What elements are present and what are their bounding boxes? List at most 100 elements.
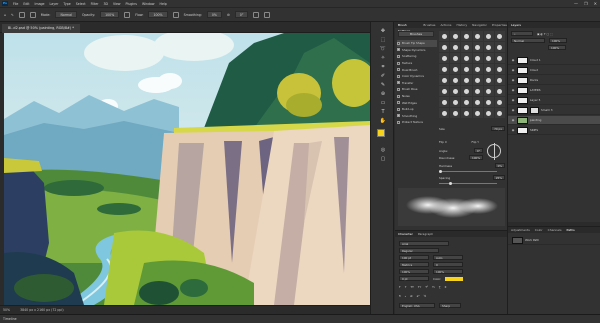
pressure-size-icon[interactable]	[253, 11, 260, 18]
option-protect-texture[interactable]: Protect Texture	[397, 119, 437, 126]
brush-tip[interactable]	[450, 53, 461, 63]
brush-tip[interactable]	[439, 53, 450, 63]
size-field[interactable]: 70 px	[491, 126, 505, 131]
minimize-button[interactable]: —	[574, 1, 578, 6]
option-transfer[interactable]: Transfer	[397, 80, 437, 87]
home-icon[interactable]: ⌂	[4, 13, 6, 17]
superscript-button[interactable]: T¹	[425, 285, 428, 289]
brush-tip[interactable]	[450, 97, 461, 107]
menu-filter[interactable]: Filter	[91, 2, 99, 6]
leading-field[interactable]: Auto	[433, 255, 463, 260]
option-dual-brush[interactable]: Dual Brush	[397, 66, 437, 73]
horizontal-scale-field[interactable]: 100%	[433, 269, 463, 274]
flip-y-checkbox[interactable]: Flip Y	[471, 140, 479, 144]
brush-tip[interactable]	[483, 86, 494, 96]
brush-tip[interactable]	[439, 97, 450, 107]
brush-tip[interactable]	[439, 42, 450, 52]
brush-tip[interactable]	[483, 108, 494, 118]
symmetry-icon[interactable]	[264, 11, 271, 18]
path-row[interactable]: Work Path	[508, 236, 600, 245]
ordinal-button[interactable]: aᵃ	[417, 294, 420, 298]
anti-alias-dropdown[interactable]: Sharp	[439, 303, 461, 308]
hand-tool-icon[interactable]: ✋	[378, 118, 388, 125]
pressure-opacity-icon[interactable]	[124, 11, 131, 18]
brush-tip[interactable]	[450, 108, 461, 118]
option-checkbox[interactable]	[397, 48, 400, 52]
menu-select[interactable]: Select	[76, 2, 86, 6]
brush-tip[interactable]	[450, 64, 461, 74]
crop-tool-icon[interactable]: ⌗	[378, 64, 388, 71]
brush-tip[interactable]	[439, 108, 450, 118]
brush-preset-picker[interactable]	[18, 11, 25, 18]
tab-navigator[interactable]: Navigator	[472, 22, 487, 28]
menu-plugins[interactable]: Plugins	[126, 2, 137, 6]
brush-tip[interactable]	[439, 86, 450, 96]
menu-image[interactable]: Image	[35, 2, 45, 6]
close-button[interactable]: ✕	[594, 1, 597, 6]
layer-row[interactable]: ◉ Smallr 3	[508, 106, 600, 115]
smoothing-field[interactable]: 0%	[206, 11, 222, 18]
brush-tip[interactable]	[494, 97, 505, 107]
option-wet-edges[interactable]: Wet Edges	[397, 99, 437, 106]
underline-button[interactable]: T̲	[439, 285, 441, 289]
text-tool-icon[interactable]: T	[378, 109, 388, 116]
brush-settings-toggle-icon[interactable]	[29, 11, 36, 18]
faux-bold-button[interactable]: T	[399, 285, 401, 289]
option-checkbox[interactable]	[397, 120, 400, 124]
eyedropper-tool-icon[interactable]: ✐	[378, 73, 388, 80]
kerning-field[interactable]: Metrics	[399, 262, 429, 267]
brush-tip[interactable]	[461, 97, 472, 107]
quick-select-tool-icon[interactable]: ✧	[378, 55, 388, 62]
visibility-eye-icon[interactable]: ◉	[511, 108, 515, 112]
eraser-tool-icon[interactable]: ▭	[378, 100, 388, 107]
brush-tip[interactable]	[450, 75, 461, 85]
font-family-dropdown[interactable]: Arial	[399, 241, 449, 246]
mode-dropdown[interactable]: Normal	[55, 11, 78, 18]
layer-row[interactable]: ◉ Rocks	[508, 76, 600, 85]
layer-row[interactable]: ◉ LAYERS	[508, 86, 600, 95]
layer-fill-field[interactable]: 100%	[548, 45, 566, 50]
document-canvas[interactable]	[4, 33, 370, 305]
brush-tip[interactable]	[450, 86, 461, 96]
option-texture[interactable]: Texture	[397, 60, 437, 67]
tab-character[interactable]: Character	[398, 231, 413, 237]
tab-paths[interactable]: Paths	[567, 227, 575, 233]
tab-paragraph[interactable]: Paragraph	[418, 231, 433, 237]
vertical-scale-field[interactable]: 100%	[399, 269, 429, 274]
stamp-tool-icon[interactable]: ⊛	[378, 91, 388, 98]
option-noise[interactable]: Noise	[397, 93, 437, 100]
brush-tip[interactable]	[472, 97, 483, 107]
brush-tip[interactable]	[472, 86, 483, 96]
language-dropdown[interactable]: English: USA	[399, 303, 435, 308]
menu-view[interactable]: View	[113, 2, 121, 6]
tab-actions[interactable]: Actions	[440, 22, 451, 28]
brush-tip[interactable]	[494, 108, 505, 118]
slider-handle[interactable]	[449, 181, 452, 185]
brush-tip[interactable]	[439, 31, 450, 41]
brush-tip[interactable]	[461, 75, 472, 85]
option-checkbox[interactable]	[397, 68, 400, 72]
brush-tip[interactable]	[494, 86, 505, 96]
menu-layer[interactable]: Layer	[50, 2, 59, 6]
brush-tip[interactable]	[461, 64, 472, 74]
screen-mode-icon[interactable]: ▢	[378, 156, 388, 163]
option-checkbox[interactable]	[397, 87, 400, 91]
option-checkbox[interactable]	[397, 101, 400, 105]
option-checkbox[interactable]	[397, 54, 400, 58]
brush-tool-icon[interactable]: ✎	[378, 82, 388, 89]
airbrush-icon[interactable]	[172, 11, 179, 18]
brush-tip[interactable]	[494, 64, 505, 74]
visibility-eye-icon[interactable]: ◉	[511, 68, 515, 72]
layer-row[interactable]: ◉ Cloud 1	[508, 56, 600, 65]
brushes-button[interactable]: Brushes	[398, 31, 434, 37]
menu-file[interactable]: File	[13, 2, 18, 6]
tracking-field[interactable]: 0	[433, 262, 463, 267]
brush-tip[interactable]	[472, 108, 483, 118]
foreground-color-swatch[interactable]	[377, 129, 385, 137]
flip-x-checkbox[interactable]: Flip X	[439, 140, 447, 144]
font-size-field[interactable]: 100 pt	[399, 255, 429, 260]
timeline-panel[interactable]: Timeline	[0, 314, 600, 323]
gear-icon[interactable]: ⚙	[227, 13, 230, 17]
brush-tip[interactable]	[450, 31, 461, 41]
baseline-shift-field[interactable]: 0 pt	[399, 276, 429, 281]
